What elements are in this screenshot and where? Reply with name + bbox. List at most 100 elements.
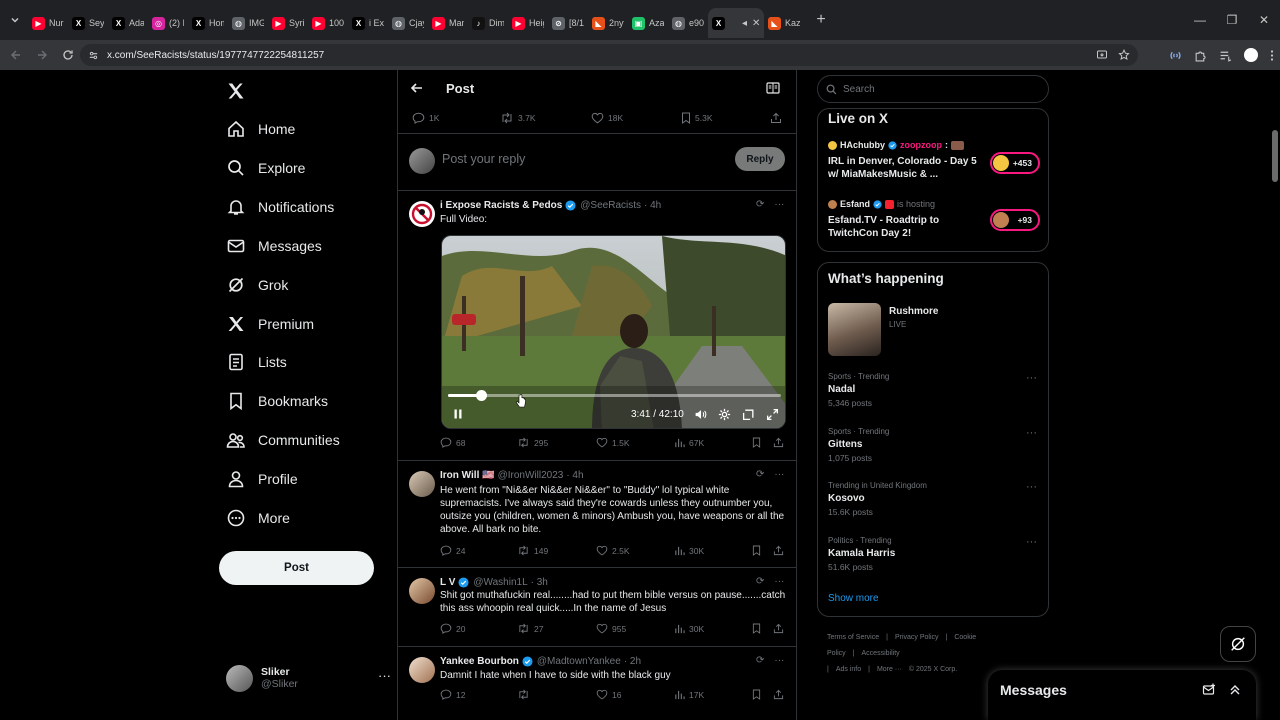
display-name[interactable]: Iron Will 🇺🇸 (440, 470, 495, 481)
puzzle-icon[interactable] (1194, 49, 1207, 62)
browser-tab[interactable]: X Adam (108, 8, 148, 38)
nav-item-bookmarks[interactable]: Bookmarks (226, 389, 328, 413)
share-action[interactable] (773, 689, 788, 700)
nav-item-notifications[interactable]: Notifications (226, 195, 334, 219)
bookmark-action[interactable] (752, 437, 765, 448)
nav-item-communities[interactable]: Communities (226, 428, 340, 452)
more-dots-icon[interactable]: ··· (1026, 481, 1037, 493)
x-logo-icon[interactable] (226, 81, 246, 101)
footer-link[interactable]: Ads info (836, 666, 861, 673)
live-item[interactable]: HAchubby zoopzoop : IRL in Denver, Color… (828, 140, 1043, 181)
browser-tab[interactable]: ▶ Syrian (268, 8, 308, 38)
more-dots-icon[interactable]: ··· (774, 655, 784, 666)
repost-action[interactable] (517, 689, 534, 700)
share-action[interactable] (770, 112, 786, 124)
more-dots-icon[interactable]: ··· (774, 199, 784, 210)
trend-item[interactable]: Trending in United Kingdom Kosovo 15.6K po… (828, 481, 1043, 517)
back-arrow-icon[interactable] (410, 81, 424, 95)
profile-avatar[interactable] (1244, 48, 1258, 62)
user-handle[interactable]: @Washin1L (473, 577, 527, 588)
nav-item-profile[interactable]: Profile (226, 467, 298, 491)
reply-action[interactable]: 1K (412, 112, 439, 124)
reply-post[interactable]: Iron Will 🇺🇸 @IronWill2023 · 4h ⟳ ··· He… (398, 461, 796, 568)
page-scrollbar[interactable] (1270, 70, 1280, 720)
new-tab-button[interactable]: + (810, 11, 832, 29)
browser-tab[interactable]: ◍ IMG_27 (228, 8, 268, 38)
footer-link[interactable]: © 2025 X Corp. (909, 666, 957, 673)
star-icon[interactable] (1118, 49, 1130, 61)
nav-item-home[interactable]: Home (226, 117, 295, 141)
extension-waves-icon[interactable] (1169, 49, 1182, 62)
browser-tab[interactable]: X ◂ ✕ (708, 8, 764, 38)
browser-tab[interactable]: ▣ Aza (628, 8, 668, 38)
fullscreen-icon[interactable] (766, 408, 779, 421)
audio-icon[interactable]: ◂ (742, 18, 750, 29)
reply-post[interactable]: Yankee Bourbon @MadtownYankee · 2h ⟳ ···… (398, 647, 796, 720)
more-dots-icon[interactable]: ··· (1026, 372, 1037, 384)
browser-tab[interactable]: ♪ Dimitri (468, 8, 508, 38)
live-item[interactable]: Esfand is hosting Esfand.TV - Roadtrip t… (828, 199, 1043, 240)
bookmark-action[interactable] (752, 545, 765, 556)
trend-item[interactable]: Sports · Trending Nadal 5,346 posts ··· (828, 372, 1043, 408)
grok-explain-icon[interactable]: ⟳ (756, 199, 764, 210)
reply-post[interactable]: L V @Washin1L · 3h ⟳ ··· Shit got muthaf… (398, 568, 796, 647)
forward-button[interactable] (30, 43, 54, 67)
browser-tab[interactable]: Xi Expos (348, 8, 388, 38)
nav-item-lists[interactable]: Lists (226, 350, 287, 374)
more-dots-icon[interactable]: ··· (1026, 536, 1037, 548)
post-time[interactable]: · 4h (644, 200, 661, 211)
display-name[interactable]: L V (440, 577, 455, 588)
like-action[interactable]: 16 (596, 689, 621, 700)
footer-link[interactable]: More ··· (877, 666, 902, 673)
chevron-up-icon[interactable] (1228, 683, 1242, 697)
bookmark-action[interactable]: 5.3K (681, 112, 713, 124)
browser-tab[interactable]: ▶ Man ha (428, 8, 468, 38)
featured-thumbnail[interactable] (828, 303, 881, 356)
share-action[interactable] (773, 437, 788, 448)
browser-tab[interactable]: ◣ Kazz - (764, 8, 804, 38)
site-info-icon[interactable] (88, 50, 99, 61)
reload-button[interactable] (56, 43, 80, 67)
browser-tab[interactable]: ⊘ [8/10] S (548, 8, 588, 38)
post-time[interactable]: · 2h (624, 656, 641, 667)
repost-action[interactable]: 295 (517, 437, 548, 448)
volume-icon[interactable] (694, 408, 707, 421)
browser-tab[interactable]: X Seyed (68, 8, 108, 38)
browser-tab[interactable]: ▶ 100 Kid (308, 8, 348, 38)
reader-mode-icon[interactable] (766, 82, 780, 94)
nav-item-premium[interactable]: Premium (226, 312, 314, 336)
grok-explain-icon[interactable]: ⟳ (756, 469, 764, 480)
video-progress-bar[interactable] (448, 390, 781, 401)
more-dots-icon[interactable]: ··· (774, 469, 784, 480)
video-player[interactable]: 3:41 / 42:10 (441, 235, 786, 429)
repost-action[interactable]: 27 (517, 623, 543, 634)
pause-icon[interactable] (452, 408, 464, 420)
reply-input[interactable]: Post your reply (442, 152, 525, 166)
new-message-icon[interactable] (1202, 683, 1216, 697)
more-dots-icon[interactable]: ··· (1026, 427, 1037, 439)
share-action[interactable] (773, 623, 788, 634)
like-action[interactable]: 18K (591, 112, 623, 124)
media-controls-icon[interactable] (1219, 49, 1232, 62)
user-handle[interactable]: @MadtownYankee (537, 656, 621, 667)
nav-item-grok[interactable]: Grok (226, 273, 288, 297)
browser-tab[interactable]: ▶ Nur (28, 8, 68, 38)
address-bar[interactable]: x.com/SeeRacists/status/1977747722254811… (80, 44, 1138, 66)
featured-name[interactable]: Rushmore (889, 306, 938, 317)
picture-in-picture-icon[interactable] (742, 408, 755, 421)
repost-action[interactable]: 3.7K (500, 112, 536, 124)
bookmark-action[interactable] (752, 623, 765, 634)
close-window-icon[interactable]: ✕ (1248, 13, 1280, 27)
like-action[interactable]: 1.5K (596, 437, 630, 448)
reply-action[interactable]: 24 (440, 545, 465, 556)
browser-tab[interactable]: ◍ Cjay on (388, 8, 428, 38)
install-app-icon[interactable] (1096, 49, 1108, 61)
reply-action[interactable]: 20 (440, 623, 465, 634)
browser-tab[interactable]: ▶ Height (508, 8, 548, 38)
show-more-link[interactable]: Show more (828, 593, 879, 604)
nav-item-explore[interactable]: Explore (226, 156, 305, 180)
post-time[interactable]: · 4h (566, 470, 583, 481)
post-button[interactable]: Post (219, 551, 374, 585)
display-name[interactable]: Yankee Bourbon (440, 656, 519, 667)
settings-gear-icon[interactable] (718, 408, 731, 421)
